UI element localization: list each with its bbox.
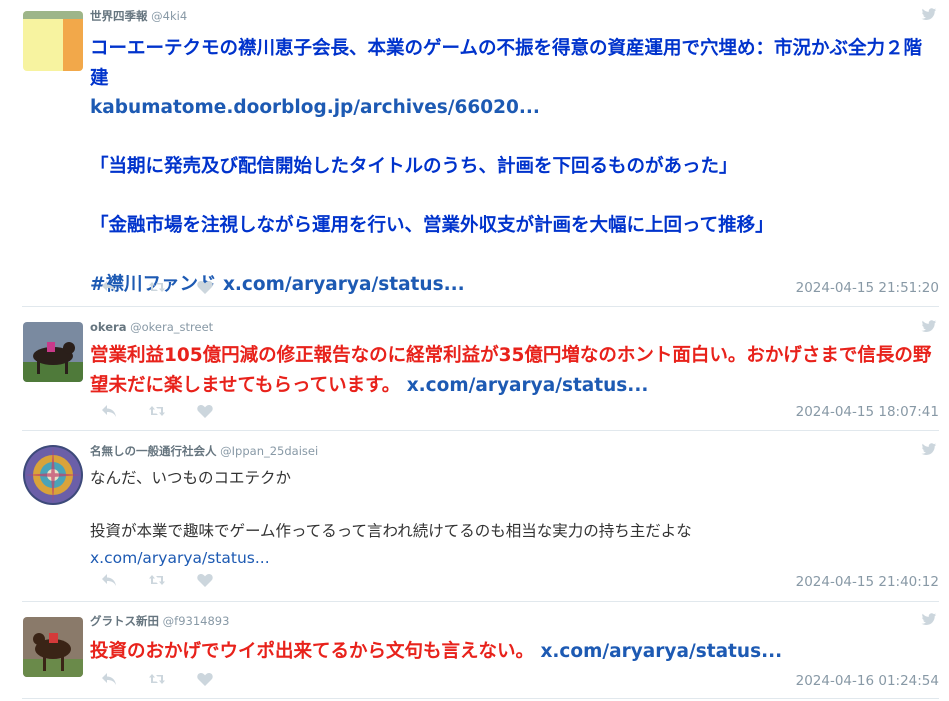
avatar[interactable] (23, 11, 83, 71)
timestamp[interactable]: 2024-04-15 21:40:12 (796, 574, 939, 590)
article-link[interactable]: kabumatome.doorblog.jp/archives/66020... (90, 93, 935, 123)
tweet-text: なんだ、いつものコエテクか 投資が本業で趣味でゲーム作ってるって言われ続けてるの… (90, 465, 935, 571)
tweet-2: okera @okera_street 営業利益105億円減の修正報告なのに経常… (0, 320, 949, 430)
avatar[interactable] (23, 617, 83, 677)
like-icon[interactable] (196, 279, 214, 295)
quote-line: 「当期に発売及び配信開始したタイトルのうち、計画を下回るものがあった」 (90, 156, 738, 177)
status-link[interactable]: x.com/aryarya/status... (407, 375, 649, 396)
tweet-4: グラトス新田 @f9314893 投資のおかげでウイポ出来てるから文句も言えない… (0, 613, 949, 701)
user-name[interactable]: 世界四季報 (90, 9, 148, 23)
status-link[interactable]: x.com/aryarya/status... (90, 545, 935, 572)
avatar[interactable] (23, 445, 83, 505)
divider (22, 601, 939, 602)
tweet-text: コーエーテクモの襟川恵子会長、本業のゲームの不振を得意の資産運用で穴埋め：市況か… (90, 34, 935, 300)
headline: コーエーテクモの襟川恵子会長、本業のゲームの不振を得意の資産運用で穴埋め：市況か… (90, 38, 922, 89)
reply-icon[interactable] (100, 279, 118, 295)
divider (22, 698, 939, 699)
tweet-1: 世界四季報 @4ki4 コーエーテクモの襟川恵子会長、本業のゲームの不振を得意の… (0, 8, 949, 306)
twitter-bird-icon[interactable] (921, 8, 937, 21)
tweet-header: グラトス新田 @f9314893 (90, 613, 229, 629)
retweet-icon[interactable] (148, 403, 166, 419)
tweet-text: 投資のおかげでウイポ出来てるから文句も言えない。 x.com/aryarya/s… (90, 637, 935, 667)
user-handle[interactable]: @okera_street (130, 320, 213, 334)
twitter-bird-icon[interactable] (921, 443, 937, 456)
like-icon[interactable] (196, 403, 214, 419)
reply-icon[interactable] (100, 403, 118, 419)
user-name[interactable]: okera (90, 320, 126, 334)
twitter-bird-icon[interactable] (921, 613, 937, 626)
tweet-line: 投資が本業で趣味でゲーム作ってるって言われ続けてるのも相当な実力の持ち主だよな (90, 522, 692, 540)
user-name[interactable]: グラトス新田 (90, 614, 159, 628)
status-link[interactable]: x.com/aryarya/status... (540, 641, 782, 662)
timestamp[interactable]: 2024-04-16 01:24:54 (796, 673, 939, 689)
tweet-header: 名無しの一般通行社会人 @Ippan_25daisei (90, 443, 318, 459)
timestamp[interactable]: 2024-04-15 21:51:20 (796, 280, 939, 296)
like-icon[interactable] (196, 671, 214, 687)
divider (22, 306, 939, 307)
timestamp[interactable]: 2024-04-15 18:07:41 (796, 404, 939, 420)
tweet-actions (100, 671, 214, 687)
tweet-text: 営業利益105億円減の修正報告なのに経常利益が35億円増なのホント面白い。おかげ… (90, 341, 935, 400)
avatar[interactable] (23, 322, 83, 382)
retweet-icon[interactable] (148, 671, 166, 687)
divider (22, 430, 939, 431)
tweet-body: 投資のおかげでウイポ出来てるから文句も言えない。 (90, 641, 535, 662)
retweet-icon[interactable] (148, 279, 166, 295)
reply-icon[interactable] (100, 671, 118, 687)
tweet-line: なんだ、いつものコエテクか (90, 469, 292, 487)
user-name[interactable]: 名無しの一般通行社会人 (90, 444, 217, 458)
status-link[interactable]: x.com/aryarya/status... (223, 274, 465, 295)
tweet-header: okera @okera_street (90, 320, 213, 334)
user-handle[interactable]: @4ki4 (151, 9, 187, 23)
tweet-actions (100, 403, 214, 419)
tweet-actions (100, 279, 214, 295)
quote-line: 「金融市場を注視しながら運用を行い、営業外収支が計画を大幅に上回って推移」 (90, 215, 774, 236)
retweet-icon[interactable] (148, 572, 166, 588)
twitter-bird-icon[interactable] (921, 320, 937, 333)
user-handle[interactable]: @Ippan_25daisei (220, 444, 318, 458)
reply-icon[interactable] (100, 572, 118, 588)
like-icon[interactable] (196, 572, 214, 588)
user-handle[interactable]: @f9314893 (163, 614, 230, 628)
tweet-3: 名無しの一般通行社会人 @Ippan_25daisei なんだ、いつものコエテク… (0, 443, 949, 601)
tweet-header: 世界四季報 @4ki4 (90, 8, 187, 24)
tweet-actions (100, 572, 214, 588)
